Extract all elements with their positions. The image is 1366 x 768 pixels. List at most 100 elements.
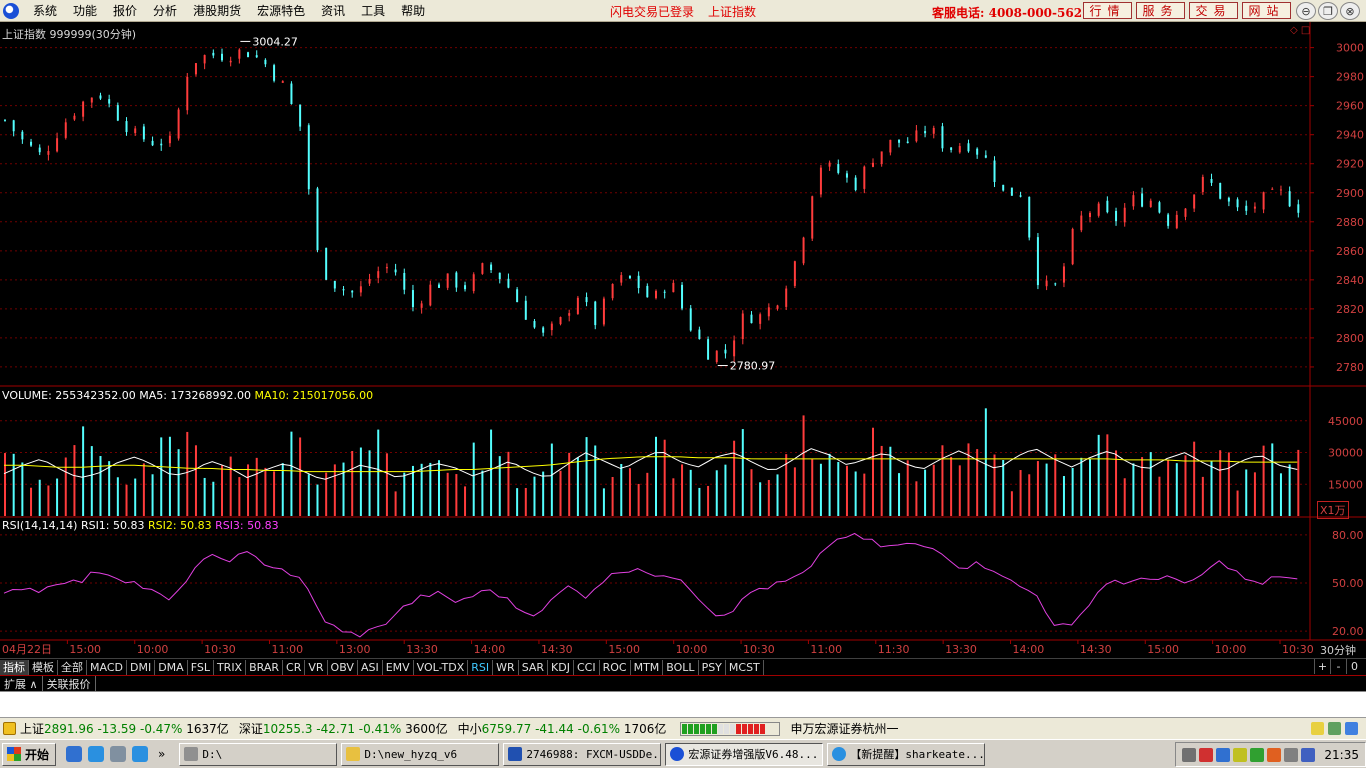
- volume-bar: [1106, 434, 1109, 516]
- indicator-tab-psy[interactable]: PSY: [699, 659, 726, 675]
- market-button[interactable]: 行情: [1083, 2, 1132, 19]
- ie2-icon[interactable]: [132, 746, 149, 762]
- menu-analysis[interactable]: 分析: [145, 2, 185, 19]
- indicator-tab-brar[interactable]: BRAR: [246, 659, 284, 675]
- indicator-tab-kdj[interactable]: KDJ: [548, 659, 574, 675]
- keyboard-icon[interactable]: [1182, 747, 1197, 762]
- menu-function[interactable]: 功能: [65, 2, 105, 19]
- time-axis-label: 13:00: [339, 643, 371, 656]
- update-icon[interactable]: [1267, 747, 1282, 762]
- signal-icon[interactable]: [1328, 722, 1341, 735]
- input-method-icon[interactable]: [1199, 747, 1214, 762]
- menu-quote[interactable]: 报价: [105, 2, 145, 19]
- lock-icon[interactable]: [1311, 722, 1324, 735]
- volume-bar: [507, 451, 510, 516]
- indicator-tab-dma[interactable]: DMA: [155, 659, 188, 675]
- indicator-tab-dmi[interactable]: DMI: [127, 659, 156, 675]
- candle-body: [82, 101, 85, 117]
- indicator-tab-wr[interactable]: WR: [493, 659, 519, 675]
- close-button[interactable]: ⊗: [1340, 2, 1360, 20]
- volume-bar: [151, 474, 154, 516]
- candle-body: [411, 290, 414, 308]
- volume-bar: [90, 446, 93, 516]
- menu-news[interactable]: 资讯: [313, 2, 353, 19]
- indicator-tab-roc[interactable]: ROC: [600, 659, 631, 675]
- settings-icon[interactable]: [1284, 747, 1299, 762]
- ticker-shanghai[interactable]: 上证2891.96 -13.59 -0.47% 1637亿: [20, 720, 229, 737]
- candle-body: [1158, 202, 1161, 213]
- chart-canvas[interactable]: 3000 2980 2960 2940 2920 2900 2880 2860 2840 2820…: [0, 22, 1366, 658]
- indicator-tab-cci[interactable]: CCI: [574, 659, 600, 675]
- trade-button[interactable]: 交易: [1189, 2, 1238, 19]
- time-axis-label: 15:00: [69, 643, 101, 656]
- website-button[interactable]: 网站: [1242, 2, 1291, 19]
- related-quotes-tab[interactable]: 关联报价: [43, 675, 96, 692]
- ticker-smallcap[interactable]: 中小6759.77 -41.44 -0.61% 1706亿: [458, 720, 667, 737]
- minimize-button[interactable]: ⊖: [1296, 2, 1316, 20]
- menu-hk-futures[interactable]: 港股期货: [185, 2, 249, 19]
- period-label[interactable]: 30分钟: [1320, 642, 1356, 658]
- volume-bar: [932, 464, 935, 516]
- indicator-tab-vol-tdx[interactable]: VOL-TDX: [414, 659, 469, 675]
- ticker-icon[interactable]: [3, 722, 16, 735]
- app-logo-icon[interactable]: [3, 2, 19, 19]
- menu-system[interactable]: 系统: [25, 2, 65, 19]
- menu-hongyuan-features[interactable]: 宏源特色: [249, 2, 313, 19]
- task-d-drive[interactable]: D:\: [179, 742, 338, 766]
- zoom-out-button[interactable]: -: [1330, 659, 1346, 674]
- indicator-tab-rsi[interactable]: RSI: [468, 659, 494, 675]
- chart-corner-icons[interactable]: ◇ □: [1290, 25, 1310, 36]
- indicator-tab-trix[interactable]: TRIX: [214, 659, 247, 675]
- volume-bar: [811, 458, 814, 516]
- network-icon[interactable]: [1345, 722, 1358, 735]
- volume-icon[interactable]: [1233, 747, 1248, 762]
- current-security[interactable]: 上证指数: [708, 3, 756, 20]
- tab-all[interactable]: 全部: [58, 659, 87, 675]
- start-button[interactable]: 开始: [2, 742, 57, 766]
- volume-bar: [759, 482, 762, 516]
- indicator-tab-sar[interactable]: SAR: [519, 659, 549, 675]
- indicator-tab-fsl[interactable]: FSL: [188, 659, 214, 675]
- login-status[interactable]: 闪电交易已登录: [610, 3, 694, 20]
- indicator-tab-obv[interactable]: OBV: [328, 659, 358, 675]
- desktop-icon[interactable]: [110, 746, 127, 762]
- candle-body: [420, 303, 423, 308]
- task-hongyuan[interactable]: 宏源证券增强版V6.48...: [665, 742, 824, 766]
- menu-help[interactable]: 帮助: [393, 2, 433, 19]
- quick-launch-more[interactable]: »: [158, 747, 165, 761]
- ie-icon[interactable]: [88, 746, 105, 762]
- shield-icon[interactable]: [1301, 747, 1316, 762]
- tab-templates[interactable]: 模板: [29, 659, 58, 675]
- service-button[interactable]: 服务: [1136, 2, 1185, 19]
- indicator-tab-mcst[interactable]: MCST: [726, 659, 764, 675]
- candle-body: [333, 280, 336, 289]
- network-icon[interactable]: [1216, 747, 1231, 762]
- browser-icon[interactable]: [66, 746, 83, 762]
- extension-tab[interactable]: 扩展 ∧: [0, 675, 43, 692]
- indicator-tab-cr[interactable]: CR: [283, 659, 306, 675]
- zoom-in-button[interactable]: +: [1314, 659, 1330, 674]
- chart-area[interactable]: 3000 2980 2960 2940 2920 2900 2880 2860 2840 2820…: [0, 22, 1366, 658]
- indicator-tab-asi[interactable]: ASI: [358, 659, 383, 675]
- candle-body: [142, 126, 145, 140]
- security-icon[interactable]: [1250, 747, 1265, 762]
- tab-indicators[interactable]: 指标: [0, 659, 29, 675]
- indicator-tab-emv[interactable]: EMV: [383, 659, 414, 675]
- zoom-reset-button[interactable]: 0: [1346, 659, 1362, 674]
- indicator-tab-macd[interactable]: MACD: [87, 659, 127, 675]
- task-browser[interactable]: 【新提醒】sharkeate...: [827, 742, 986, 766]
- task-fxcm[interactable]: 2746988: FXCM-USDDe...: [503, 742, 662, 766]
- task-folder[interactable]: D:\new_hyzq_v6: [341, 742, 500, 766]
- volume-bar: [750, 469, 753, 516]
- ticker-shenzhen[interactable]: 深证10255.3 -42.71 -0.41% 3600亿: [239, 720, 448, 737]
- indicator-tab-vr[interactable]: VR: [305, 659, 328, 675]
- indicator-tab-mtm[interactable]: MTM: [631, 659, 664, 675]
- volume-bar: [108, 461, 111, 516]
- restore-button[interactable]: ❐: [1318, 2, 1338, 20]
- meter-bar: [760, 723, 766, 734]
- volume-bar: [880, 445, 883, 516]
- volume-bar: [845, 465, 848, 516]
- indicator-tab-boll[interactable]: BOLL: [663, 659, 699, 675]
- menu-tools[interactable]: 工具: [353, 2, 393, 19]
- candle-body: [802, 237, 805, 264]
